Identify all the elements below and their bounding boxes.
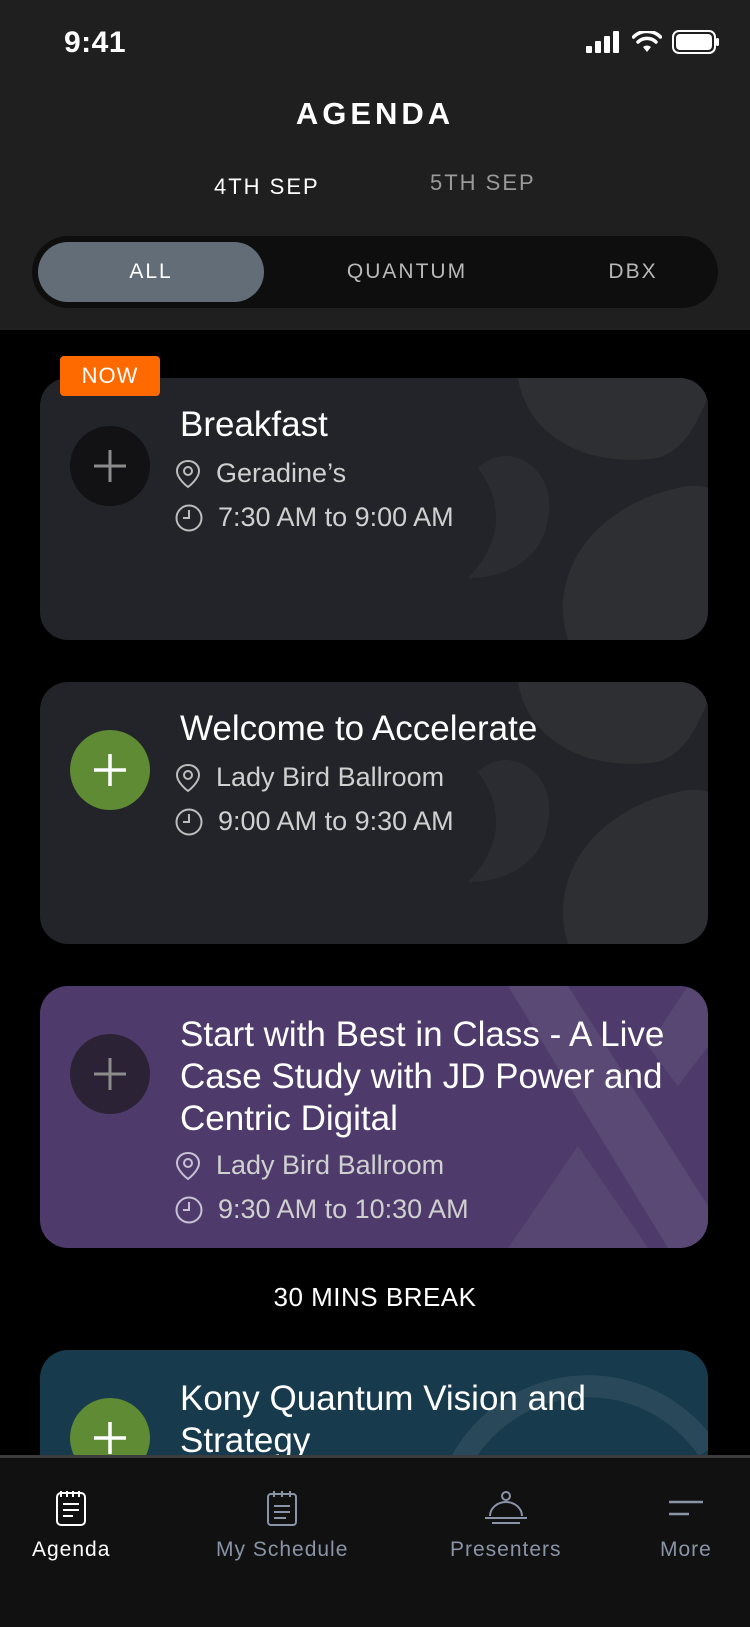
tab-label: More <box>660 1538 712 1561</box>
status-time: 9:41 <box>64 26 127 59</box>
time-text: 9:30 AM to 10:30 AM <box>218 1194 469 1224</box>
plus-icon <box>94 450 126 482</box>
plus-icon <box>94 1422 126 1454</box>
session-location: Lady Bird Ballroom <box>174 762 444 793</box>
session-time: 9:00 AM to 9:30 AM <box>174 806 454 837</box>
date-tab-4th-sep[interactable]: 4TH SEP <box>214 174 320 200</box>
session-time: 7:30 AM to 9:00 AM <box>174 502 454 533</box>
add-to-schedule-button[interactable] <box>70 426 150 506</box>
tab-more[interactable]: More <box>660 1488 712 1562</box>
page-title: AGENDA <box>295 96 455 131</box>
signal-icon <box>586 31 619 53</box>
time-text: 7:30 AM to 9:00 AM <box>218 502 454 532</box>
date-tab-5th-sep[interactable]: 5TH SEP <box>430 170 536 196</box>
agenda-icon <box>56 1491 87 1526</box>
clock-icon <box>175 1196 203 1223</box>
session-location: Geradine’s <box>174 458 346 489</box>
plus-icon <box>94 1058 126 1090</box>
location-pin-icon <box>175 459 201 488</box>
tab-presenters[interactable]: Presenters <box>450 1488 562 1562</box>
session-time: 9:30 AM to 10:30 AM <box>174 1194 469 1225</box>
location-pin-icon <box>175 763 201 792</box>
app-header: 9:41 AGENDA 4TH SEP 5TH SEP ALL QUANTUM … <box>0 0 750 330</box>
tab-label: Presenters <box>450 1538 562 1561</box>
tab-label: My Schedule <box>216 1538 349 1561</box>
session-title: Kony Quantum Vision and Strategy <box>180 1379 587 1460</box>
battery-icon <box>672 30 719 54</box>
menu-icon <box>668 1500 703 1516</box>
add-to-schedule-button[interactable] <box>70 1034 150 1114</box>
now-badge: NOW <box>60 356 160 396</box>
time-text: 9:00 AM to 9:30 AM <box>218 806 454 836</box>
tab-label: Agenda <box>32 1538 111 1561</box>
presenters-icon <box>484 1491 527 1524</box>
clock-icon <box>175 808 203 835</box>
session-card-breakfast[interactable]: Breakfast Geradine’s 7:30 AM to 9:00 AM <box>40 378 708 640</box>
plus-icon <box>94 754 126 786</box>
bottom-tab-bar: Agenda My Schedule Presenters More <box>0 1455 750 1627</box>
add-to-schedule-button[interactable] <box>70 730 150 810</box>
session-card-welcome[interactable]: Welcome to Accelerate Lady Bird Ballroom… <box>40 682 708 944</box>
session-location: Lady Bird Ballroom <box>174 1150 444 1181</box>
tab-agenda[interactable]: Agenda <box>32 1488 110 1562</box>
location-text: Geradine’s <box>216 458 347 488</box>
tab-my-schedule[interactable]: My Schedule <box>216 1488 348 1562</box>
session-card-best-in-class[interactable]: Start with Best in Class - A Live Case S… <box>40 986 708 1248</box>
session-title: Welcome to Accelerate <box>180 709 538 748</box>
status-icons <box>586 30 720 54</box>
clock-icon <box>175 504 203 531</box>
location-pin-icon <box>175 1151 201 1180</box>
track-filter: ALL QUANTUM DBX <box>32 236 718 308</box>
session-title: Start with Best in Class - A Live Case S… <box>180 1015 665 1138</box>
location-text: Lady Bird Ballroom <box>216 762 445 792</box>
location-text: Lady Bird Ballroom <box>216 1150 445 1180</box>
filter-all[interactable]: ALL <box>38 242 264 302</box>
session-title: Breakfast <box>180 405 328 444</box>
filter-quantum[interactable]: QUANTUM <box>294 242 520 302</box>
wifi-icon <box>632 31 662 52</box>
break-label: 30 MINS BREAK <box>273 1282 477 1312</box>
filter-dbx[interactable]: DBX <box>520 242 746 302</box>
schedule-icon <box>267 1491 298 1526</box>
